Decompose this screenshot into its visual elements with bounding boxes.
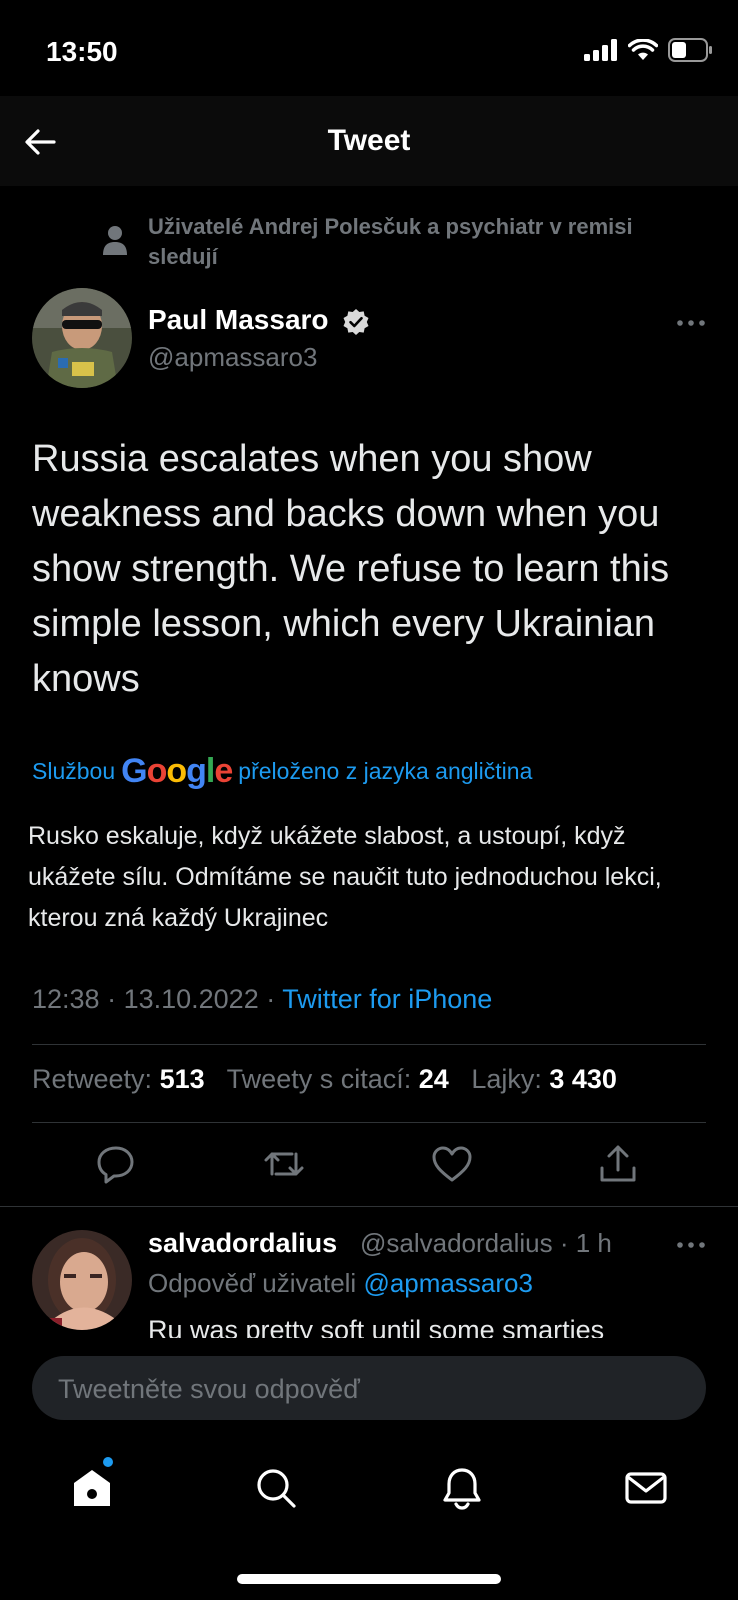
translated-text: Rusko eskaluje, když ukážete slabost, a … [28,822,662,932]
tweet-stats: Retweety: 513 Tweety s citací: 24 Lajky:… [32,1064,617,1095]
like-icon[interactable] [430,1142,474,1186]
wifi-icon [628,39,658,60]
reply-to: Odpověď uživateli @apmassaro3 [148,1268,533,1299]
page-title: Tweet [327,124,411,157]
translation-prefix: Službou [32,758,116,784]
tweet-date: 13.10.2022 [123,984,259,1014]
google-logo: Google [121,752,233,790]
divider [32,1044,706,1045]
home-indicator [237,1574,501,1584]
reply-input[interactable] [56,1356,680,1422]
tweet-source[interactable]: Twitter for iPhone [282,984,492,1014]
reply-time: 1 h [575,1228,612,1258]
retweet-icon[interactable] [262,1142,306,1186]
retweets-stat[interactable]: Retweety: 513 [32,1064,205,1094]
social-context[interactable]: Uživatelé Andrej Polesčuk a psychiatr v … [148,212,668,272]
more-icon[interactable] [676,318,706,328]
author-name[interactable]: Paul Massaro [148,304,329,336]
reply-to-mention[interactable]: @apmassaro3 [363,1268,532,1298]
notifications-icon[interactable] [440,1466,484,1510]
reply-composer[interactable] [32,1356,706,1422]
share-icon[interactable] [596,1142,640,1186]
tweet-text: Russia escalates when you show weakness … [32,438,670,700]
search-icon[interactable] [254,1466,298,1510]
reply-avatar[interactable] [32,1230,132,1330]
home-notification-dot [103,1457,113,1467]
status-icons [584,38,714,62]
reply-author-name[interactable]: salvadordalius [148,1228,337,1259]
author-handle[interactable]: @apmassaro3 [148,342,317,373]
reply-author-meta: @salvadordalius · 1 h [360,1228,612,1258]
reply-text[interactable]: Ru was pretty soft until some smarties [148,1318,708,1338]
status-time: 13:50 [46,36,118,67]
reply-author-handle[interactable]: @salvadordalius [360,1228,553,1258]
author-avatar[interactable] [32,288,132,388]
divider [0,1206,738,1207]
person-icon [103,226,127,255]
divider [32,1122,706,1123]
home-icon[interactable] [70,1466,114,1510]
messages-icon[interactable] [624,1466,668,1510]
likes-stat[interactable]: Lajky: 3 430 [471,1064,617,1094]
more-icon[interactable] [676,1240,706,1250]
reply-to-label: Odpověď uživateli [148,1268,357,1298]
translation-attribution[interactable]: Službou Google přeloženo z jazyka anglič… [32,752,532,791]
quotes-stat[interactable]: Tweety s citací: 24 [227,1064,449,1094]
signal-icon [584,39,617,61]
verified-badge-icon [343,309,369,335]
tweet-time: 12:38 [32,984,100,1014]
translation-suffix: přeloženo z jazyka angličtina [238,758,533,784]
reply-icon[interactable] [94,1142,138,1186]
battery-icon [668,38,712,62]
tweet-meta: 12:38 · 13.10.2022 · Twitter for iPhone [32,984,493,1014]
